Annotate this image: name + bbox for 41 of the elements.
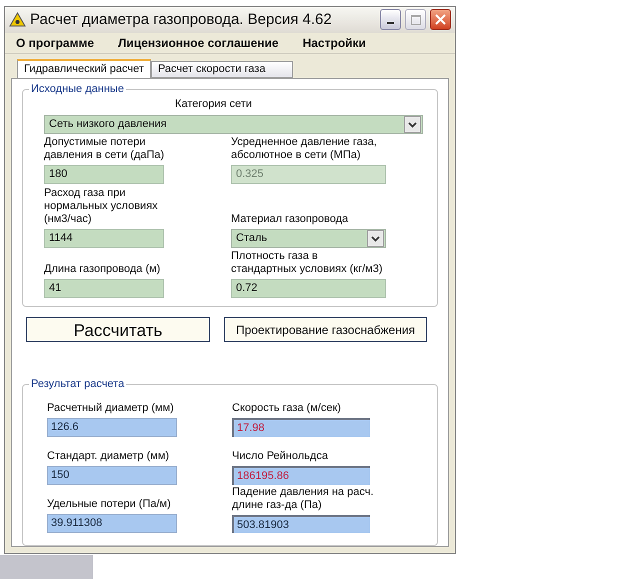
window-title: Расчет диаметра газопровода. Версия 4.62: [30, 10, 333, 30]
field-label: Расход газа при нормальных условиях (нм3/час): [44, 187, 159, 226]
result-field: 17.98: [232, 418, 370, 437]
field-label: Удельные потери (Па/м): [47, 498, 172, 511]
field-label: Скорость газа (м/сек): [232, 402, 342, 415]
field-label: Материал газопровода: [231, 213, 350, 226]
close-icon: [435, 14, 446, 26]
minimize-icon: [387, 22, 394, 24]
field-label: Стандарт. диаметр (мм): [47, 450, 170, 463]
network-category-dropdown[interactable]: Сеть низкого давления: [44, 115, 423, 134]
field-label: Расчетный диаметр (мм): [47, 402, 175, 415]
field-label: Плотность газа в стандартных условиях (кг/м3): [231, 250, 384, 276]
group-title: Исходные данные: [29, 82, 126, 96]
menu-item[interactable]: Настройки: [302, 34, 366, 52]
result-field: 39.911308: [47, 514, 177, 533]
field-label: Падение давления на расч. длине газ-да (Па): [232, 486, 374, 512]
maximize-icon: [410, 14, 420, 25]
field-label: Усредненное давление газа, абсолютное в сети (МПа): [231, 136, 378, 162]
tab[interactable]: Гидравлический расчет: [17, 58, 151, 78]
calculate-button[interactable]: Рассчитать: [26, 317, 210, 342]
close-button[interactable]: [430, 9, 451, 30]
result-field: 503.81903: [232, 514, 370, 533]
input-field[interactable]: 41: [44, 279, 164, 298]
field-label: Длина газопровода (м): [44, 263, 162, 276]
result-field: 126.6: [47, 418, 177, 437]
field-label: Допустимые потери давления в сети (даПа): [44, 136, 166, 162]
material-dropdown[interactable]: Сталь: [231, 229, 386, 248]
input-field[interactable]: 1144: [44, 229, 164, 248]
tab[interactable]: Расчет скорости газа: [150, 60, 293, 78]
menu-item[interactable]: Лицензионное соглашение: [118, 34, 279, 52]
result-field: 186195.86: [232, 466, 370, 485]
input-field[interactable]: 0.72: [231, 279, 386, 298]
minimize-button[interactable]: [380, 9, 401, 30]
field-label: Категория сети: [174, 96, 253, 112]
result-field: 150: [47, 466, 177, 485]
input-field[interactable]: 180: [44, 165, 164, 184]
warning-icon: [9, 12, 26, 28]
field-label: Число Рейнольдса: [232, 450, 329, 463]
menu-item[interactable]: О программе: [16, 34, 94, 52]
design-button[interactable]: Проектирование газоснабжения: [224, 317, 427, 342]
group-title: Результат расчета: [29, 377, 126, 391]
